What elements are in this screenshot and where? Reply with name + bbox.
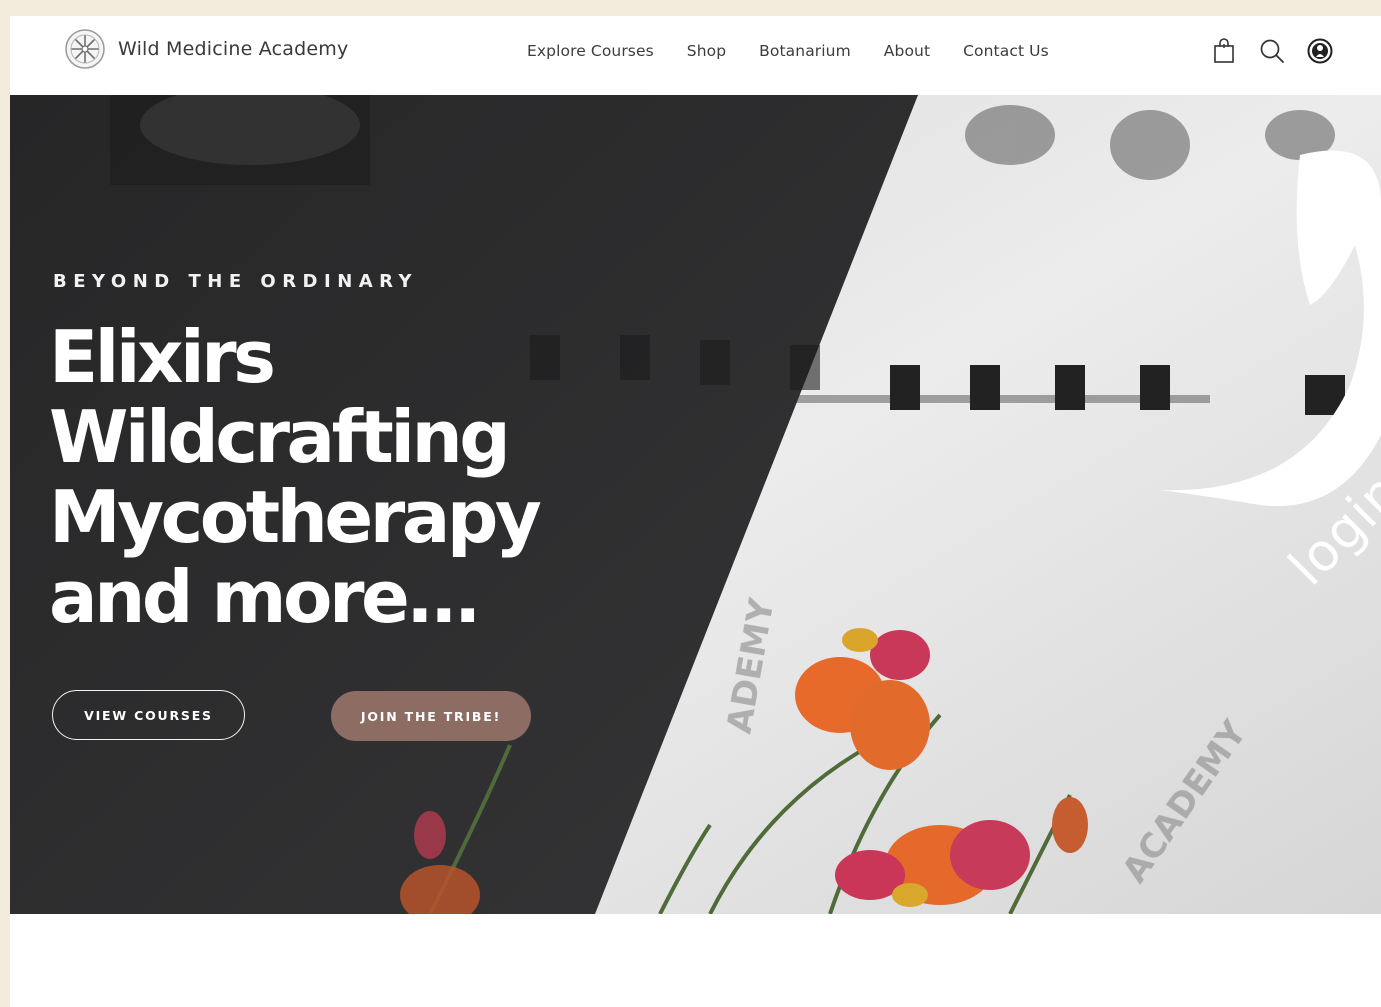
nav-item-about[interactable]: About: [884, 42, 930, 60]
nav-item-contact-us[interactable]: Contact Us: [963, 42, 1049, 60]
hero-eyebrow: BEYOND THE ORDINARY: [53, 271, 419, 292]
cart-button[interactable]: [1210, 36, 1238, 66]
shopping-bag-icon: [1214, 38, 1234, 63]
hero-headline: Elixirs Wildcrafting Mycotherapy and mor…: [49, 315, 542, 639]
headline-line-wildcrafting: Wildcrafting: [49, 395, 511, 479]
view-courses-button[interactable]: VIEW COURSES: [52, 690, 245, 740]
search-button[interactable]: [1258, 36, 1286, 66]
page-frame: Wild Medicine Academy Explore Courses Sh…: [10, 16, 1381, 1007]
brand-name: Wild Medicine Academy: [118, 38, 349, 60]
user-account-icon: [1307, 38, 1333, 64]
headline-line-elixirs: Elixirs: [49, 315, 276, 399]
site-header: Wild Medicine Academy Explore Courses Sh…: [10, 16, 1381, 95]
headline-line-mycotherapy: Mycotherapy: [49, 475, 542, 559]
brand[interactable]: Wild Medicine Academy: [64, 28, 348, 70]
search-icon: [1260, 39, 1284, 63]
compass-flower-logo-icon: [65, 29, 105, 69]
hero-section: ADEMY ACADEMY BEYOND THE ORDINARY Elixir…: [10, 95, 1381, 914]
join-the-tribe-button[interactable]: JOIN THE TRIBE!: [331, 691, 531, 741]
main-nav: Explore Courses Shop Botanarium About Co…: [527, 42, 1082, 60]
account-button[interactable]: [1306, 36, 1334, 66]
nav-item-botanarium[interactable]: Botanarium: [759, 42, 851, 60]
header-icons: [1210, 36, 1354, 66]
nav-item-explore-courses[interactable]: Explore Courses: [527, 42, 654, 60]
nav-item-shop[interactable]: Shop: [687, 42, 726, 60]
headline-line-and-more: and more...: [49, 555, 481, 639]
